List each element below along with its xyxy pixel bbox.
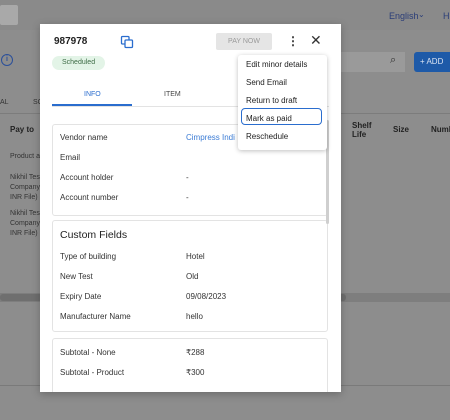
menu-item-return-to-draft[interactable]: Return to draft (246, 96, 297, 105)
total-value: ₹300 (186, 368, 205, 377)
vendor-name-link[interactable]: Cimpress Indi (186, 133, 235, 142)
custom-fields-card: Custom Fields Type of building Hotel New… (52, 220, 328, 332)
pay-now-button[interactable]: PAY NOW (216, 33, 272, 50)
field-value: Old (186, 272, 199, 281)
table-cell: Company (10, 184, 40, 191)
field-value: Hotel (186, 252, 205, 261)
tab-al[interactable]: AL (0, 99, 9, 106)
active-tab-indicator (52, 104, 132, 106)
payment-id: 987978 (54, 36, 88, 47)
menu-item-edit-minor-details[interactable]: Edit minor details (246, 60, 307, 69)
close-icon[interactable]: ✕ (310, 33, 322, 47)
menu-item-send-email[interactable]: Send Email (246, 78, 287, 87)
menu-item-mark-as-paid[interactable]: Mark as paid (246, 114, 292, 123)
field-value: hello (186, 312, 203, 321)
detail-label: Account number (60, 193, 119, 202)
table-cell: Company (10, 220, 40, 227)
chevron-down-icon: ⌄ (418, 10, 425, 19)
field-value: 09/08/2023 (186, 292, 227, 301)
tab-item[interactable]: ITEM (164, 91, 181, 98)
table-cell: Product a (10, 153, 40, 160)
table-cell: INR File) (10, 194, 38, 201)
status-badge: Scheduled (52, 56, 106, 70)
menu-item-reschedule[interactable]: Reschedule (246, 132, 288, 141)
copy-icon[interactable] (120, 35, 134, 49)
detail-label: Vendor name (60, 133, 108, 142)
column-header: Numb (431, 125, 450, 134)
more-options-icon[interactable]: ⋮ (287, 34, 299, 48)
more-options-menu: Edit minor details Send Email Return to … (238, 55, 327, 150)
column-header: Size (393, 125, 410, 134)
detail-value: - (186, 193, 189, 202)
totals-card: Subtotal - None ₹288 Subtotal - Product … (52, 338, 328, 392)
top-left-logo (0, 5, 18, 25)
table-cell: Nikhil Tes (10, 174, 40, 181)
language-selector[interactable]: English (389, 11, 419, 21)
total-label: Subtotal - Product (60, 368, 125, 377)
detail-value: - (186, 173, 189, 182)
table-cell: INR File) (10, 230, 38, 237)
info-icon[interactable]: i (1, 54, 13, 66)
field-label: Manufacturer Name (60, 312, 131, 321)
total-label: Subtotal - None (60, 348, 116, 357)
add-button[interactable]: + ADD (414, 52, 450, 72)
field-label: Type of building (60, 252, 117, 261)
search-icon[interactable]: ⌕ (390, 54, 396, 67)
column-header: Pay to (10, 125, 35, 134)
user-initials[interactable]: HI (443, 11, 450, 21)
detail-label: Account holder (60, 173, 114, 182)
custom-fields-title: Custom Fields (60, 229, 128, 241)
table-cell: Nikhil Tes (10, 210, 40, 217)
detail-label: Email (60, 153, 81, 162)
field-label: New Test (60, 272, 93, 281)
tab-info[interactable]: INFO (84, 91, 101, 98)
column-header: Shelf Life (352, 121, 372, 139)
total-value: ₹288 (186, 348, 205, 357)
field-label: Expiry Date (60, 292, 102, 301)
